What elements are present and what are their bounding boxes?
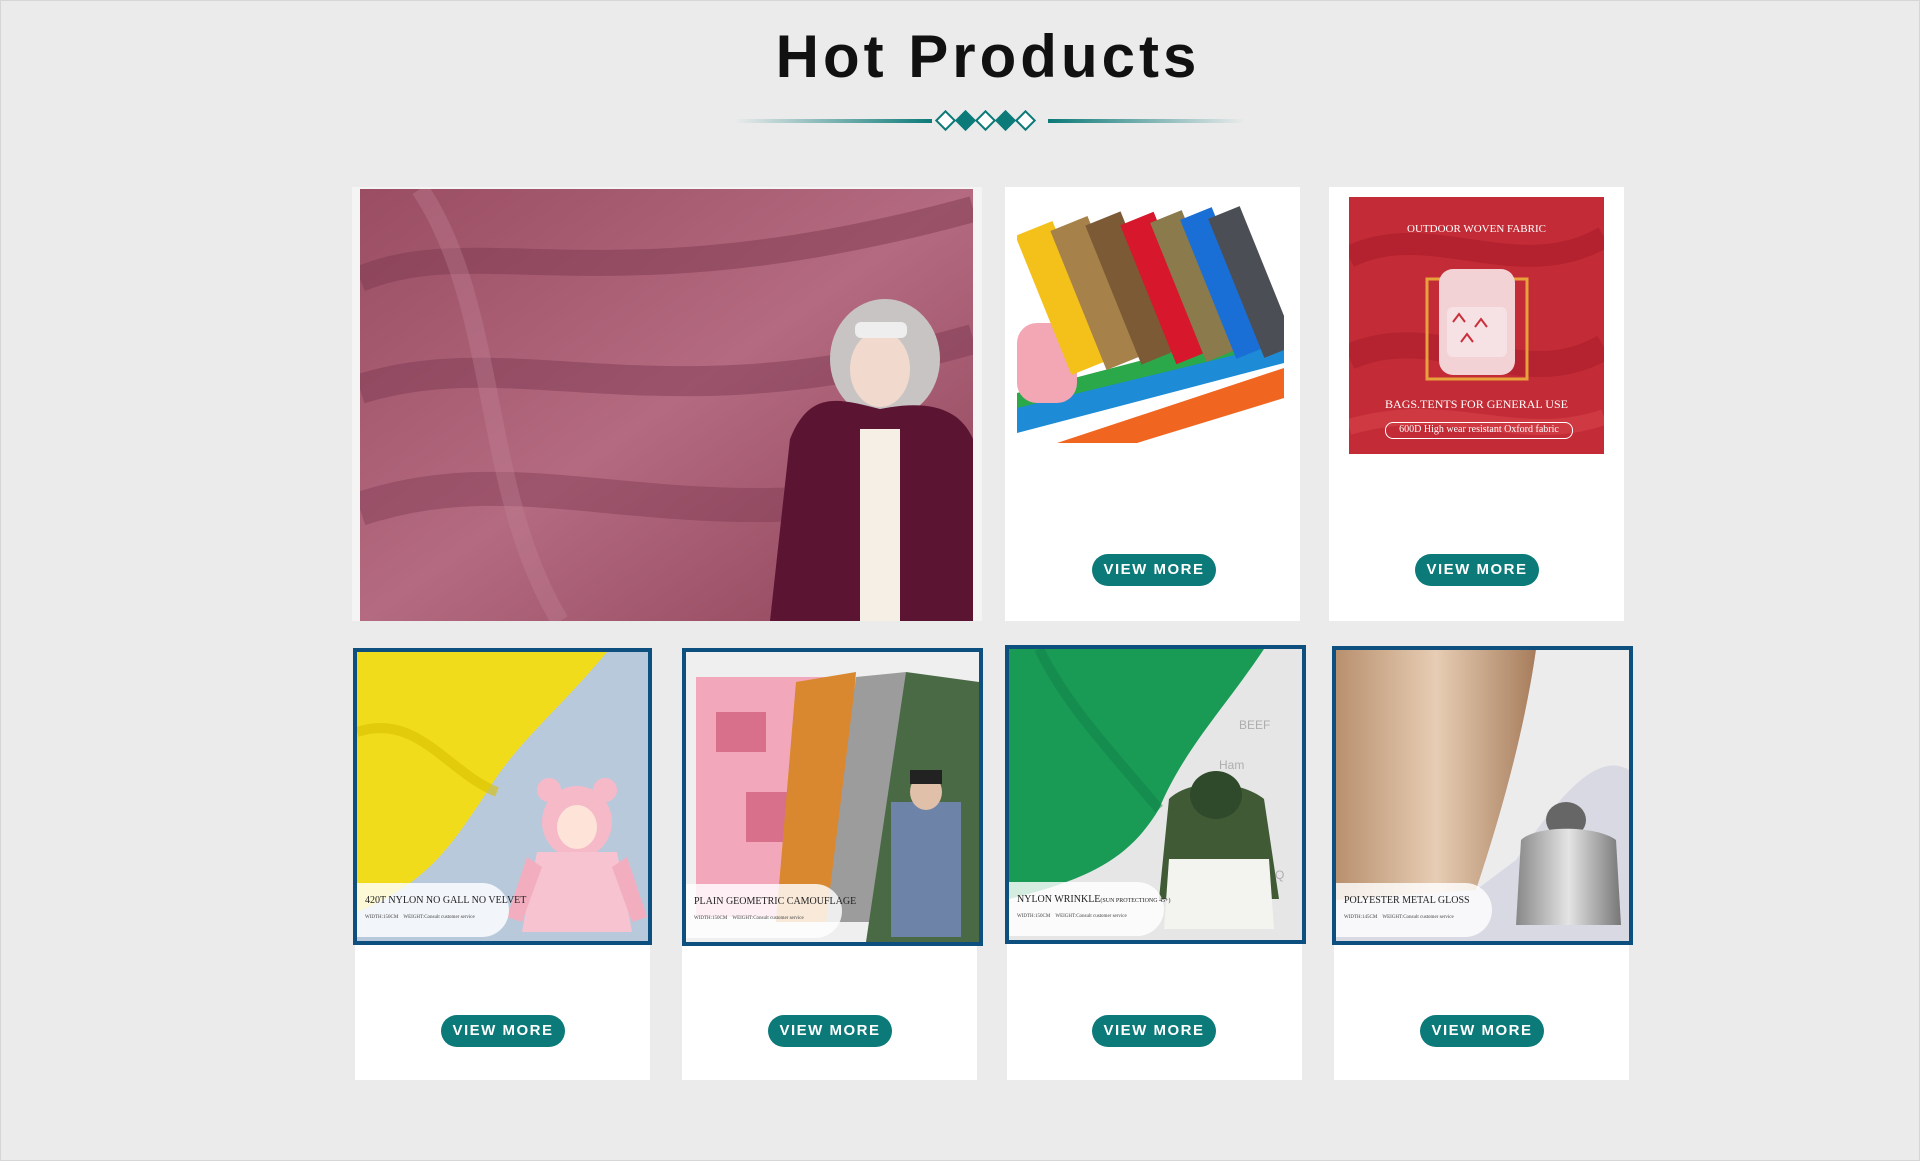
- caption-title-small: (SUN PROTECTIONG 45+): [1100, 898, 1171, 904]
- svg-text:Ham: Ham: [1219, 758, 1244, 772]
- product-card-nylon-wrinkle[interactable]: HAMBEEFHamBBQ NYLON WRINKLE(SUN PROTECTI…: [1005, 645, 1306, 1080]
- product-image-nylon-wrinkle[interactable]: HAMBEEFHamBBQ NYLON WRINKLE(SUN PROTECTI…: [1005, 645, 1306, 944]
- product-caption: POLYESTER METAL GLOSS WIDTH:145CM WEIGHT…: [1336, 883, 1492, 937]
- product-image-metal-gloss[interactable]: POLYESTER METAL GLOSS WIDTH:145CM WEIGHT…: [1332, 646, 1633, 945]
- product-caption: PLAIN GEOMETRIC CAMOUFLAGE WIDTH:150CM W…: [686, 884, 856, 938]
- title-divider: [735, 109, 1245, 132]
- product-image-color-rolls[interactable]: [1017, 203, 1284, 443]
- featured-product-image[interactable]: [360, 189, 973, 621]
- caption-title: 420T NYLON NO GALL NO VELVET: [365, 895, 527, 906]
- view-more-button[interactable]: VIEW MORE: [1092, 554, 1216, 586]
- view-more-button[interactable]: VIEW MORE: [768, 1015, 892, 1047]
- caption-width: WIDTH:150CM: [694, 916, 728, 921]
- caption-weight: WEIGHT:Consult customer service: [1382, 915, 1454, 920]
- banner-pill-text: 600D High wear resistant Oxford fabric: [1399, 424, 1559, 435]
- product-card-oxford[interactable]: OUTDOOR WOVEN FABRIC BAGS.TENTS FOR GENE…: [1329, 187, 1624, 621]
- caption-subtitle: WIDTH:145CM WEIGHT:Consult customer serv…: [1344, 915, 1454, 920]
- product-card-camouflage[interactable]: PLAIN GEOMETRIC CAMOUFLAGE WIDTH:150CM W…: [682, 648, 983, 1080]
- product-image-camouflage[interactable]: PLAIN GEOMETRIC CAMOUFLAGE WIDTH:150CM W…: [682, 648, 983, 946]
- caption-width: WIDTH:150CM: [365, 915, 399, 920]
- caption-width: WIDTH:145CM: [1344, 915, 1378, 920]
- caption-title-main: NYLON WRINKLE: [1017, 894, 1101, 905]
- section-title: Hot Products: [775, 23, 1201, 90]
- view-more-button[interactable]: VIEW MORE: [1415, 554, 1539, 586]
- banner-top-text: OUTDOOR WOVEN FABRIC: [1407, 223, 1546, 235]
- caption-title: NYLON WRINKLE(SUN PROTECTIONG 45+): [1017, 894, 1170, 905]
- view-more-button[interactable]: VIEW MORE: [1092, 1015, 1216, 1047]
- product-image-nylon-velvet[interactable]: 420T NYLON NO GALL NO VELVET WIDTH:150CM…: [353, 648, 652, 945]
- caption-subtitle: WIDTH:150CM WEIGHT:Consult customer serv…: [694, 916, 804, 921]
- caption-weight: WEIGHT:Consult customer service: [1055, 914, 1127, 919]
- product-card-nylon-velvet[interactable]: 420T NYLON NO GALL NO VELVET WIDTH:150CM…: [353, 648, 652, 1080]
- featured-product-card[interactable]: [352, 187, 982, 621]
- banner-mid-text: BAGS.TENTS FOR GENERAL USE: [1385, 397, 1568, 411]
- product-caption: NYLON WRINKLE(SUN PROTECTIONG 45+) WIDTH…: [1009, 882, 1170, 936]
- product-card-color-rolls[interactable]: VIEW MORE: [1005, 187, 1300, 621]
- product-caption: 420T NYLON NO GALL NO VELVET WIDTH:150CM…: [357, 883, 526, 937]
- caption-width: WIDTH:150CM: [1017, 914, 1051, 919]
- caption-title: POLYESTER METAL GLOSS: [1344, 895, 1470, 906]
- product-image-oxford[interactable]: OUTDOOR WOVEN FABRIC BAGS.TENTS FOR GENE…: [1349, 197, 1604, 454]
- caption-weight: WEIGHT:Consult customer service: [732, 916, 804, 921]
- product-card-metal-gloss[interactable]: POLYESTER METAL GLOSS WIDTH:145CM WEIGHT…: [1332, 646, 1633, 1080]
- caption-subtitle: WIDTH:150CM WEIGHT:Consult customer serv…: [365, 915, 475, 920]
- caption-subtitle: WIDTH:150CM WEIGHT:Consult customer serv…: [1017, 914, 1127, 919]
- banner-pill: 600D High wear resistant Oxford fabric: [1385, 422, 1573, 439]
- caption-weight: WEIGHT:Consult customer service: [403, 915, 475, 920]
- view-more-button[interactable]: VIEW MORE: [1420, 1015, 1544, 1047]
- caption-title: PLAIN GEOMETRIC CAMOUFLAGE: [694, 896, 857, 907]
- svg-text:BEEF: BEEF: [1239, 718, 1270, 732]
- view-more-button[interactable]: VIEW MORE: [441, 1015, 565, 1047]
